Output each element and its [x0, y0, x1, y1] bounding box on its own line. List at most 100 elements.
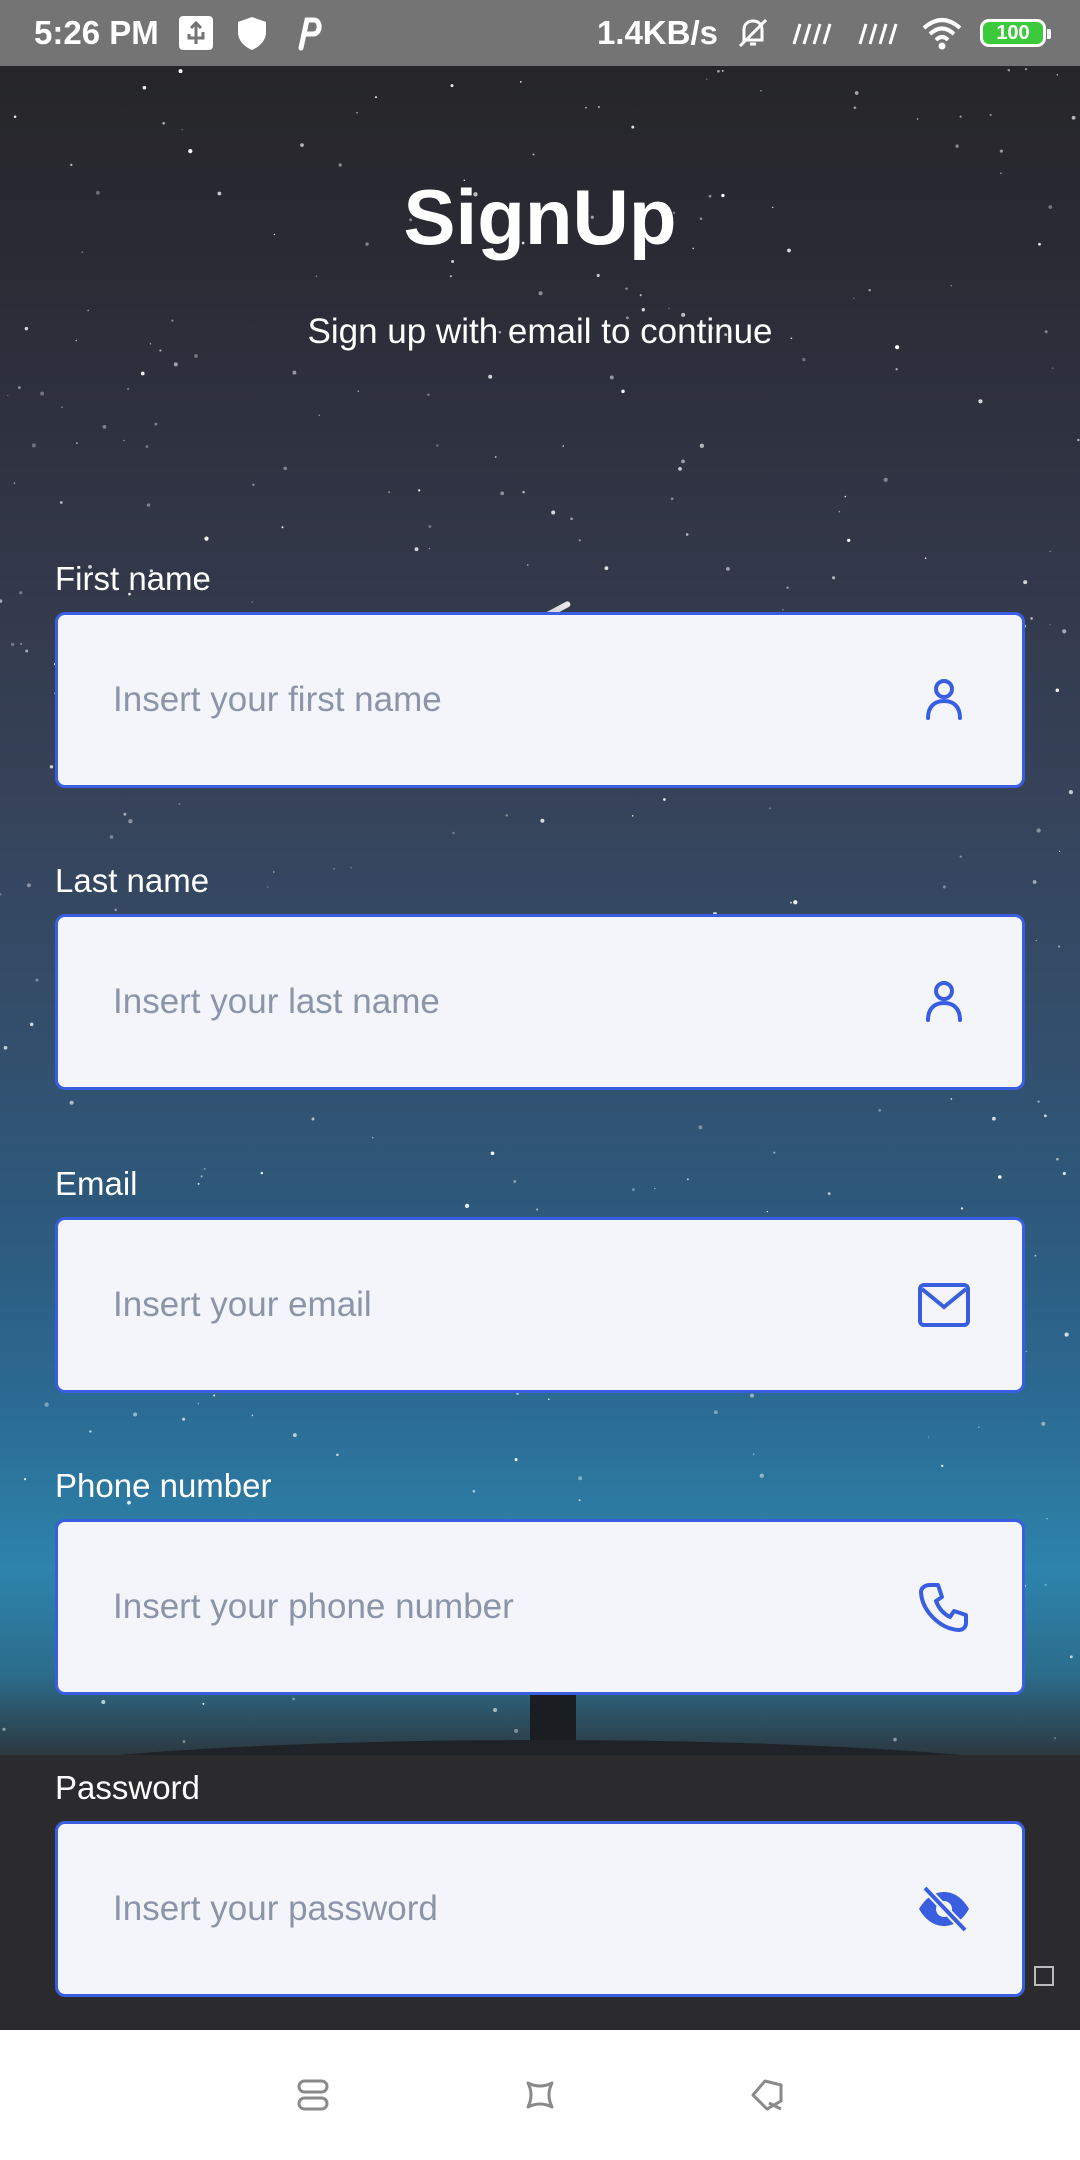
star — [999, 149, 1003, 153]
star — [1032, 880, 1037, 884]
star — [251, 601, 254, 603]
star — [752, 1453, 755, 1455]
star — [13, 115, 17, 118]
star — [20, 643, 22, 645]
star — [854, 91, 859, 95]
star — [61, 406, 63, 409]
star — [514, 1728, 519, 1733]
star — [182, 1740, 186, 1743]
star — [681, 459, 685, 464]
star — [997, 1175, 1002, 1179]
star — [832, 576, 836, 580]
mail-icon — [916, 1277, 972, 1333]
star — [357, 390, 360, 392]
password-input[interactable] — [113, 1889, 916, 1929]
star — [641, 308, 645, 312]
star — [260, 1171, 264, 1175]
first-name-input[interactable] — [113, 680, 916, 720]
star — [621, 389, 625, 394]
star — [527, 564, 529, 566]
star — [686, 1178, 689, 1181]
star — [578, 1499, 581, 1502]
star — [128, 819, 133, 824]
star — [464, 1203, 470, 1209]
back-icon[interactable] — [737, 2065, 797, 2125]
star — [959, 855, 962, 858]
star — [292, 1697, 295, 1701]
star — [532, 153, 535, 156]
star — [1049, 550, 1051, 553]
star — [89, 1430, 92, 1433]
star — [123, 439, 125, 442]
star — [414, 547, 419, 552]
star — [338, 163, 342, 167]
star — [0, 599, 3, 603]
star — [49, 765, 54, 769]
star — [311, 1117, 315, 1121]
star — [604, 566, 609, 571]
star — [178, 69, 183, 74]
system-nav-bar — [0, 2030, 1080, 2160]
email-field-container[interactable] — [55, 1217, 1025, 1393]
star — [893, 1737, 897, 1742]
star — [76, 442, 78, 444]
star — [773, 1151, 776, 1154]
star — [959, 115, 962, 118]
star — [494, 456, 497, 458]
star — [202, 1702, 205, 1705]
star — [1055, 688, 1060, 693]
star — [760, 89, 762, 92]
star — [1023, 580, 1028, 585]
star — [374, 96, 378, 99]
star — [213, 1394, 216, 1397]
star — [721, 69, 724, 72]
star — [1058, 850, 1061, 853]
password-field-container[interactable] — [55, 1821, 1025, 1997]
star — [536, 1208, 539, 1211]
status-bar: 5:26 PM 1.4KB/s 100 — [0, 0, 1080, 66]
last-name-input[interactable] — [113, 982, 916, 1022]
star — [1044, 1583, 1047, 1586]
star — [29, 1022, 34, 1027]
star — [670, 497, 674, 501]
star — [428, 524, 432, 529]
star — [1049, 624, 1051, 626]
phone-field-container[interactable] — [55, 1519, 1025, 1695]
star — [540, 818, 545, 823]
star — [1007, 68, 1011, 72]
star — [26, 883, 31, 888]
star — [1069, 1655, 1073, 1659]
star — [844, 495, 847, 498]
star — [750, 1393, 754, 1398]
star — [1071, 115, 1076, 120]
star — [678, 467, 682, 471]
star — [585, 106, 587, 109]
star — [1064, 1332, 1069, 1337]
home-icon[interactable] — [510, 2065, 570, 2125]
star — [639, 294, 642, 297]
star — [562, 445, 564, 447]
password-label: Password — [55, 1769, 200, 1806]
last-name-field-container[interactable] — [55, 914, 1025, 1090]
usb-icon — [177, 14, 215, 52]
star — [538, 291, 543, 296]
star — [2, 1727, 6, 1731]
email-input[interactable] — [113, 1285, 916, 1325]
star — [472, 1489, 476, 1493]
star — [1051, 367, 1054, 369]
phone-input[interactable] — [113, 1587, 916, 1627]
first-name-field-container[interactable] — [55, 612, 1025, 788]
star — [878, 1108, 882, 1112]
star — [668, 307, 670, 309]
battery-icon: 100 — [980, 19, 1051, 47]
star — [1024, 67, 1028, 71]
star — [0, 892, 2, 896]
menu-icon[interactable] — [283, 2065, 343, 2125]
star — [514, 1458, 518, 1462]
star — [181, 128, 183, 131]
star — [782, 609, 784, 611]
star — [70, 163, 73, 167]
star — [123, 812, 127, 816]
star — [989, 113, 992, 117]
eye-off-icon[interactable] — [916, 1881, 972, 1937]
